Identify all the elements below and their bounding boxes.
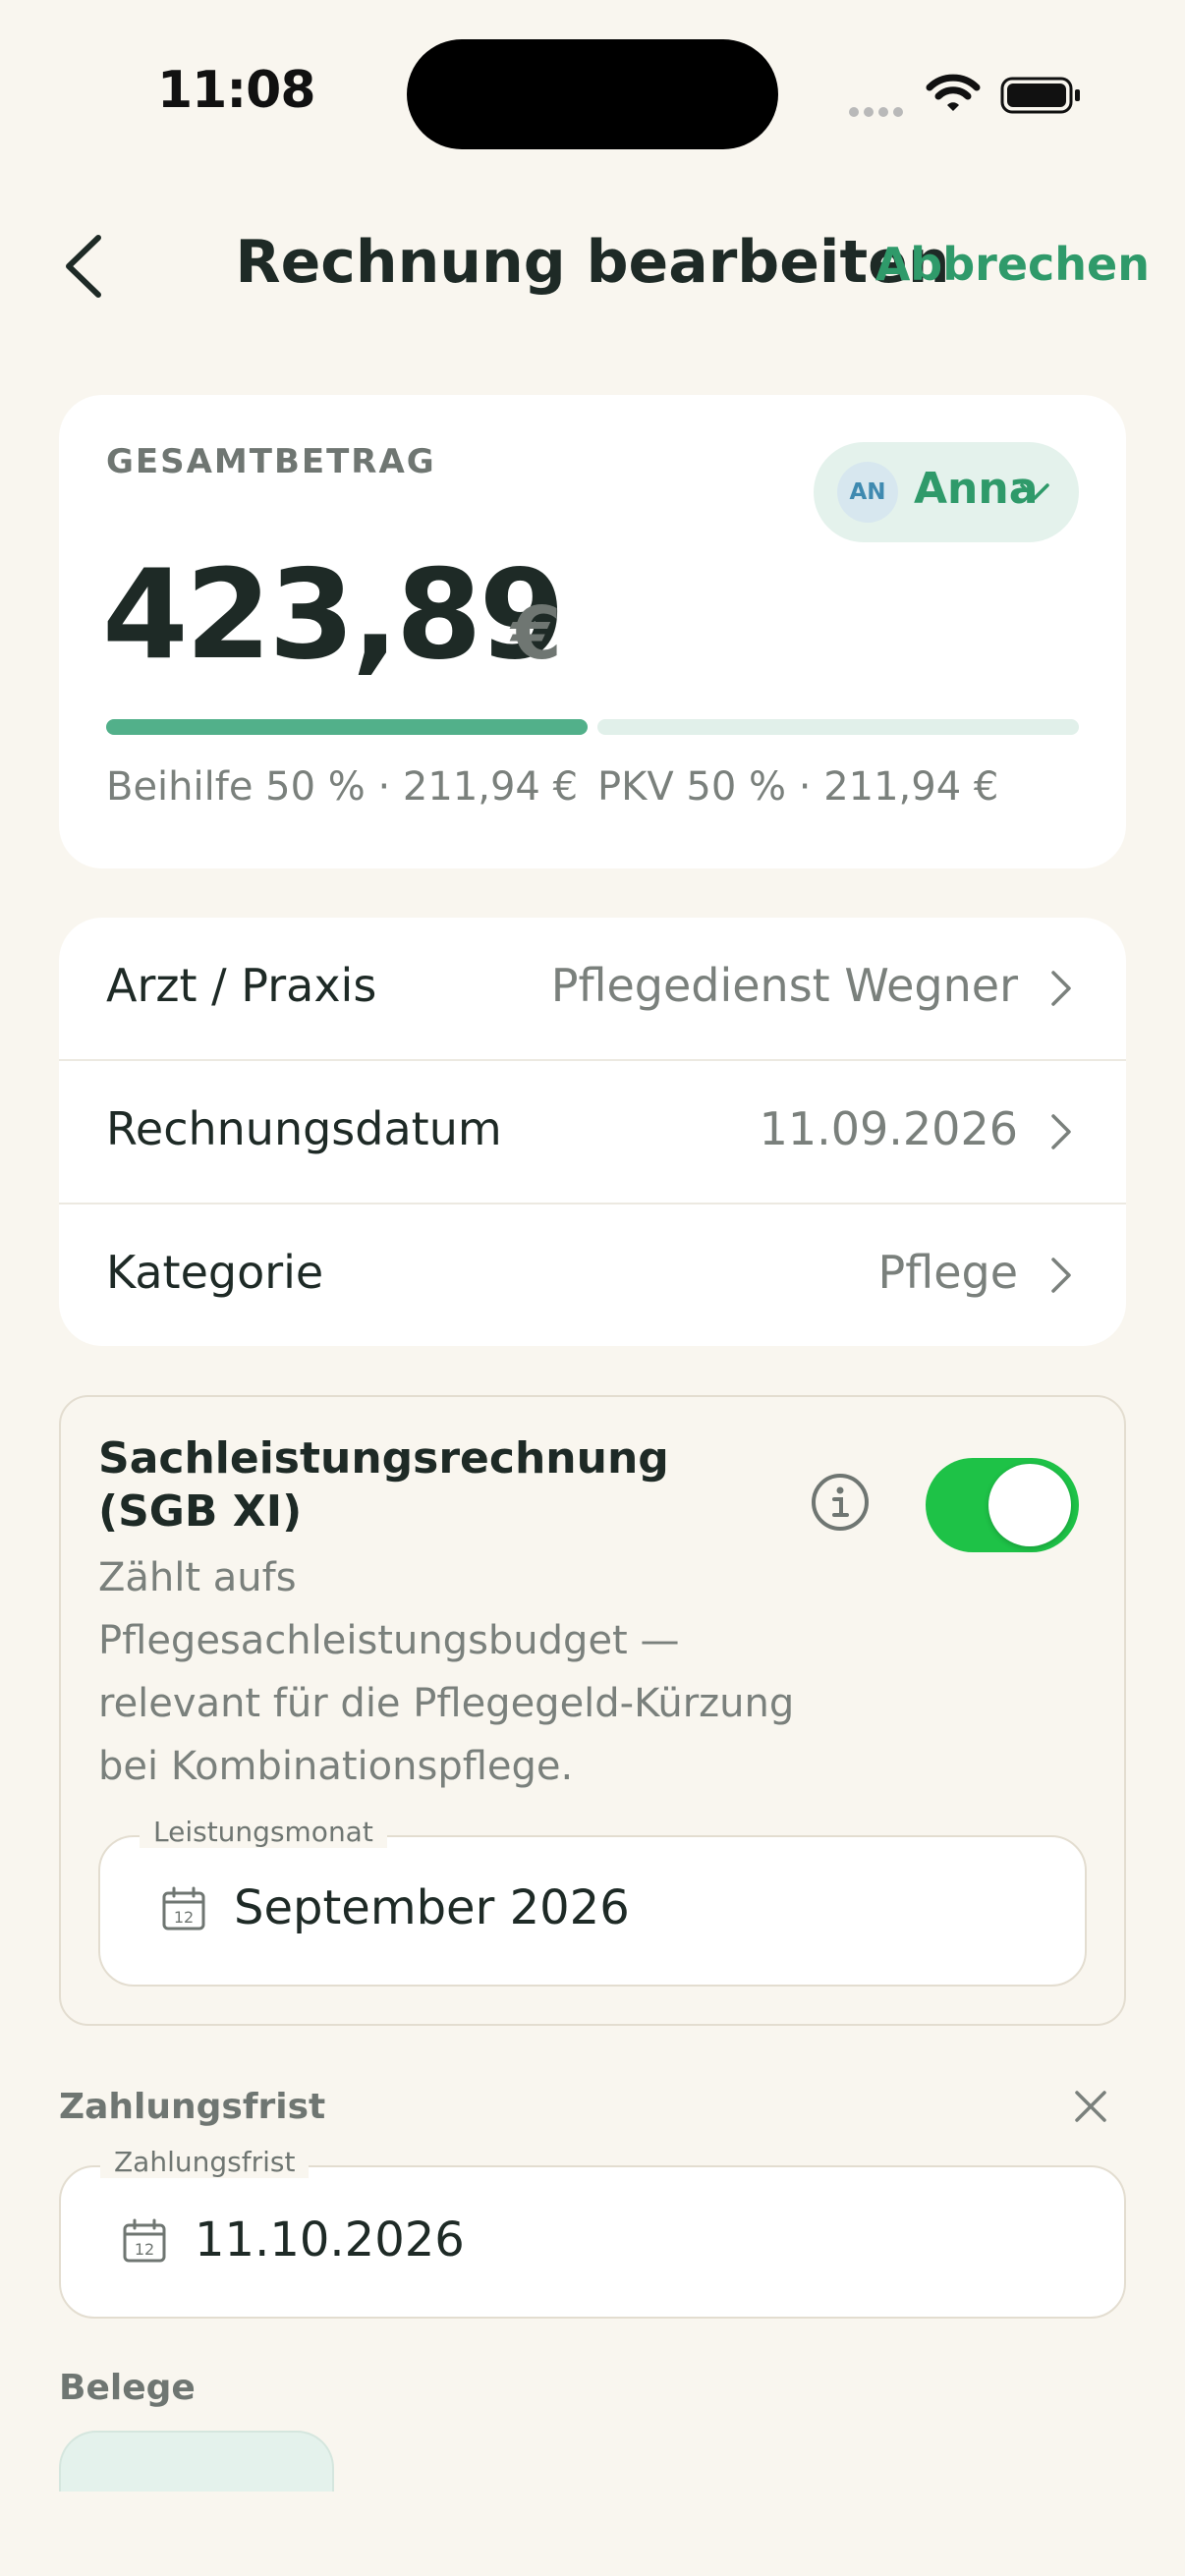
calendar-icon: 12 <box>162 1886 205 1931</box>
row-label: Rechnungsdatum <box>106 1102 502 1155</box>
dynamic-island <box>407 39 778 149</box>
field-legend: Zahlungsfrist <box>100 2146 310 2178</box>
attachments-section-label: Belege <box>59 2368 196 2408</box>
total-card: GESAMTBETRAG AN Anna 423,89 € Beihilfe 5… <box>59 395 1126 868</box>
calendar-icon-day: 12 <box>174 1908 194 1927</box>
avatar: AN <box>837 462 898 523</box>
sgb-title: Sachleistungsrechnung (SGB XI) <box>98 1433 669 1537</box>
due-date-value: 11.10.2026 <box>195 2212 465 2268</box>
row-label: Arzt / Praxis <box>106 959 377 1012</box>
row-label: Kategorie <box>106 1246 324 1299</box>
due-date-field[interactable]: Zahlungsfrist 12 11.10.2026 <box>59 2146 1126 2319</box>
cancel-button[interactable]: Abbrechen <box>875 238 1150 291</box>
split-label-pkv: PKV 50 % · 211,94 € <box>597 764 999 810</box>
month-value: September 2026 <box>234 1880 630 1935</box>
info-icon[interactable] <box>810 1472 871 1533</box>
toggle-knob <box>988 1464 1071 1546</box>
attachment-tile[interactable] <box>59 2431 334 2492</box>
row-invoice-date[interactable]: Rechnungsdatum 11.09.2026 <box>59 1061 1126 1203</box>
wifi-icon <box>926 74 981 111</box>
split-bar-beihilfe <box>106 719 588 735</box>
total-label: GESAMTBETRAG <box>106 442 436 481</box>
row-value: 11.09.2026 <box>759 1102 1018 1155</box>
chevron-right-icon <box>1051 1114 1071 1149</box>
battery-icon <box>1000 77 1080 114</box>
calendar-icon-day: 12 <box>135 2240 154 2259</box>
chevron-right-icon <box>1051 971 1071 1006</box>
sgb-toggle[interactable] <box>926 1458 1079 1552</box>
chevron-down-icon <box>1020 483 1049 500</box>
chevron-right-icon <box>1051 1258 1071 1293</box>
sgb-description: Zählt aufs Pflegesachleistungsbudget — r… <box>98 1555 795 1789</box>
sgb-card: Sachleistungsrechnung (SGB XI) Zählt auf… <box>59 1395 1126 2026</box>
row-category[interactable]: Kategorie Pflege <box>59 1204 1126 1346</box>
details-list: Arzt / Praxis Pflegedienst Wegner Rechnu… <box>59 918 1126 1346</box>
split-bar-pkv <box>597 719 1079 735</box>
field-legend: Leistungsmonat <box>140 1816 387 1848</box>
month-field[interactable]: Leistungsmonat 12 September 2026 <box>98 1816 1087 1987</box>
row-value: Pflegedienst Wegner <box>550 959 1018 1012</box>
total-amount: 423,89 <box>102 542 565 687</box>
split-label-beihilfe: Beihilfe 50 % · 211,94 € <box>106 764 579 810</box>
calendar-icon: 12 <box>123 2218 166 2263</box>
due-section-label: Zahlungsfrist <box>59 2087 326 2127</box>
signal-dots-icon <box>849 102 908 121</box>
status-time: 11:08 <box>157 61 316 120</box>
currency-symbol: € <box>511 591 562 676</box>
person-selector[interactable]: AN Anna <box>814 442 1079 542</box>
row-doctor[interactable]: Arzt / Praxis Pflegedienst Wegner <box>59 918 1126 1059</box>
row-value: Pflege <box>877 1246 1018 1299</box>
close-icon[interactable] <box>1071 2087 1110 2126</box>
